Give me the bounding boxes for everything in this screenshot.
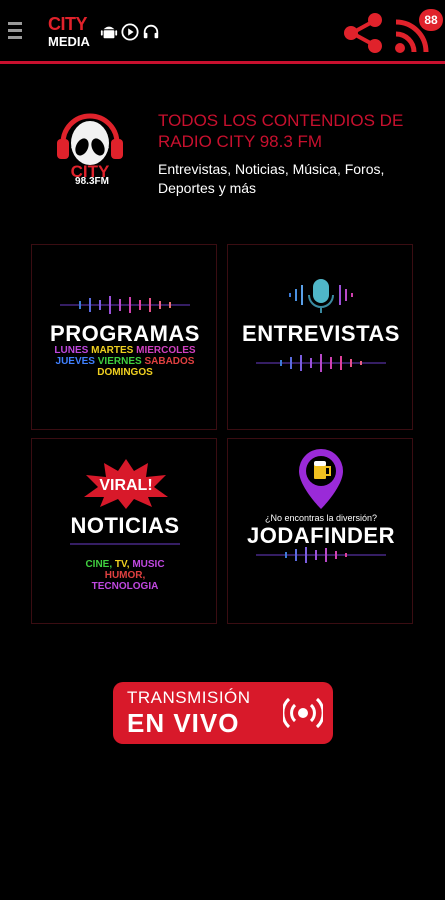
tile-noticias-title: NOTICIAS bbox=[70, 513, 180, 538]
tile-entrevistas-title: ENTREVISTAS bbox=[242, 321, 400, 346]
top-bar-divider bbox=[0, 61, 445, 64]
page-headline: TODOS LOS CONTENDIOS DE RADIO CITY 98.3 … bbox=[158, 111, 404, 151]
topic-music: MUSIC bbox=[132, 559, 165, 570]
live-button-line1: TRANSMISIÓN bbox=[127, 688, 251, 707]
tile-programas-title: PROGRAMAS bbox=[50, 321, 200, 346]
viral-burst-icon: VIRAL! bbox=[84, 459, 168, 509]
headphones-icon bbox=[143, 24, 159, 39]
tile-noticias-topics-line1: CINE, TV, MUSIC bbox=[32, 559, 216, 570]
tile-programas[interactable]: PROGRAMAS LUNES MARTES MIERCOLES JUEVES … bbox=[31, 244, 217, 430]
microphone-icon bbox=[289, 279, 353, 313]
day-domingos: DOMINGOS bbox=[97, 367, 153, 378]
logo-media-text: MEDIA bbox=[48, 34, 90, 49]
topic-tecnologia: TECNOLOGIA bbox=[91, 581, 159, 592]
topic-tv: TV, bbox=[114, 559, 130, 570]
notification-badge[interactable]: 88 bbox=[419, 9, 443, 31]
day-lunes: LUNES bbox=[54, 345, 89, 356]
sound-wave-graphic bbox=[70, 543, 180, 545]
logo-city-text: CITY bbox=[48, 14, 88, 34]
tile-jodafinder[interactable]: ¿No encontras la diversión? JODAFINDER bbox=[227, 438, 413, 624]
sound-wave-graphic bbox=[256, 547, 386, 563]
day-sabados: SABADOS bbox=[144, 356, 195, 367]
day-viernes: VIERNES bbox=[97, 356, 142, 367]
live-button-line2: EN VIVO bbox=[127, 708, 240, 738]
topic-humor: HUMOR, bbox=[104, 570, 146, 581]
day-martes: MARTES bbox=[91, 345, 134, 356]
share-icon[interactable] bbox=[340, 12, 386, 54]
topic-cine: CINE, bbox=[85, 559, 113, 570]
tile-entrevistas[interactable]: ENTREVISTAS bbox=[227, 244, 413, 430]
live-stream-button[interactable]: TRANSMISIÓN EN VIVO bbox=[113, 682, 333, 744]
broadcast-icon bbox=[283, 697, 323, 729]
day-miercoles: MIERCOLES bbox=[136, 345, 196, 356]
hamburger-menu-icon[interactable] bbox=[8, 22, 24, 40]
play-icon bbox=[121, 23, 139, 41]
logo-icons bbox=[100, 23, 160, 41]
sound-wave-graphic bbox=[256, 354, 386, 372]
day-jueves: JUEVES bbox=[55, 356, 95, 367]
android-icon bbox=[100, 26, 118, 39]
viral-badge-text: VIRAL! bbox=[99, 477, 152, 494]
top-bar: CITY MEDIA 88 bbox=[0, 0, 445, 62]
tile-programas-days-line1: LUNES MARTES MIERCOLES bbox=[32, 345, 216, 356]
tile-programas-days-line2: JUEVES VIERNES SABADOS bbox=[32, 356, 216, 367]
page-subline: Entrevistas, Noticias, Música, Foros, De… bbox=[158, 161, 385, 196]
beer-location-pin-icon bbox=[299, 449, 343, 509]
sound-wave-graphic bbox=[60, 296, 190, 314]
tile-noticias[interactable]: VIRAL! NOTICIAS CINE, TV, MUSIC HUMOR, T… bbox=[31, 438, 217, 624]
app-logo[interactable]: CITY MEDIA bbox=[48, 14, 168, 50]
station-frequency: 98.3FM bbox=[75, 176, 109, 187]
